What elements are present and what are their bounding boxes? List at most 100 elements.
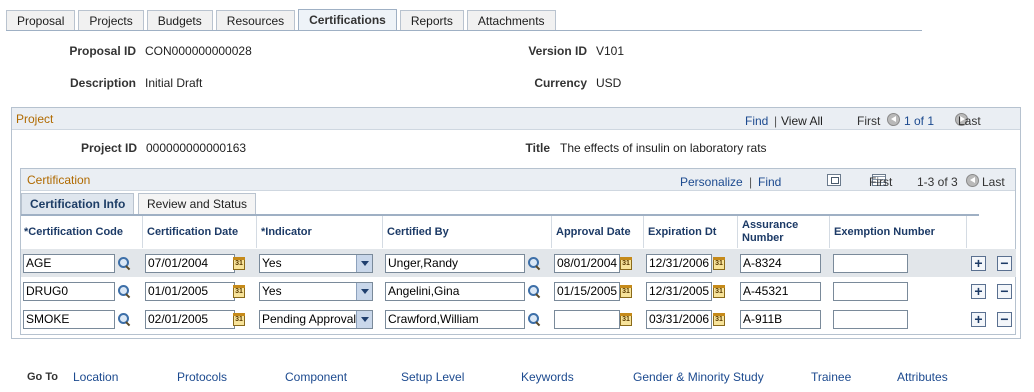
lookup-magnifier-icon[interactable] (528, 257, 541, 270)
expiration-date-input[interactable]: 03/31/2006 (646, 310, 712, 329)
certification-code-input[interactable]: SMOKE (23, 310, 115, 329)
project-first-label: First (857, 114, 881, 128)
column-header-certification-date: Certification Date (142, 216, 256, 248)
add-row-button[interactable]: + (971, 256, 986, 271)
chevron-down-icon[interactable] (356, 283, 372, 300)
project-range: 1 of 1 (904, 114, 935, 128)
lookup-magnifier-icon[interactable] (528, 285, 541, 298)
goto-link-attributes[interactable]: Attributes (897, 370, 948, 384)
project-title-label: Title (525, 141, 550, 155)
certification-date-input[interactable]: 02/01/2005 (145, 310, 235, 329)
indicator-select[interactable]: Yes (259, 254, 373, 273)
delete-row-button[interactable]: − (997, 312, 1012, 327)
proposal-id-value: CON000000000028 (145, 44, 252, 58)
lookup-magnifier-icon[interactable] (118, 285, 131, 298)
lookup-magnifier-icon[interactable] (118, 313, 131, 326)
project-separator: | (774, 114, 778, 128)
project-title-value: The effects of insulin on laboratory rat… (560, 141, 767, 155)
certified-by-input[interactable]: Crawford,William (385, 310, 525, 329)
tab-certifications[interactable]: Certifications (298, 9, 397, 31)
column-header-expiration-dt: Expiration Dt (643, 216, 737, 248)
personalize-link[interactable]: Personalize (680, 175, 743, 189)
tab-reports[interactable]: Reports (399, 10, 464, 31)
project-find-link[interactable]: Find (745, 114, 768, 128)
chevron-down-icon[interactable] (356, 255, 372, 272)
lookup-magnifier-icon[interactable] (528, 313, 541, 326)
exemption-number-input[interactable] (833, 282, 908, 301)
certification-date-input[interactable]: 07/01/2004 (145, 254, 235, 273)
indicator-select[interactable]: Yes (259, 282, 373, 301)
goto-label: Go To (27, 371, 58, 383)
currency-value: USD (596, 76, 622, 90)
column-header-certification-code: *Certification Code (24, 225, 124, 238)
version-id-label: Version ID (528, 44, 587, 58)
delete-row-button[interactable]: − (997, 284, 1012, 299)
tab-bar: Proposal Projects Budgets Resources Cert… (6, 9, 559, 31)
certification-date-input[interactable]: 01/01/2005 (145, 282, 235, 301)
calendar-icon[interactable]: 31 (713, 257, 725, 270)
cert-first-label: First (869, 175, 893, 189)
goto-link-trainee[interactable]: Trainee (811, 370, 851, 384)
calendar-icon[interactable]: 31 (713, 313, 725, 326)
certification-title: Certification (27, 173, 91, 187)
approval-date-input[interactable]: 01/15/2005 (554, 282, 620, 301)
calendar-icon[interactable]: 31 (620, 285, 632, 298)
certified-by-input[interactable]: Unger,Randy (385, 254, 525, 273)
goto-link-setup-level[interactable]: Setup Level (401, 370, 464, 384)
project-id-value: 000000000000163 (146, 141, 247, 155)
add-row-button[interactable]: + (971, 284, 986, 299)
goto-link-protocols[interactable]: Protocols (177, 370, 227, 384)
column-header-assurance-number: Assurance Number (737, 216, 829, 248)
indicator-selected-value: Yes (262, 256, 282, 270)
calendar-icon[interactable]: 31 (713, 285, 725, 298)
calendar-icon[interactable]: 31 (620, 313, 632, 326)
cert-last-label: Last (982, 175, 1005, 189)
tab-proposal[interactable]: Proposal (6, 10, 76, 31)
exemption-number-input[interactable] (833, 310, 908, 329)
calendar-icon[interactable]: 31 (233, 313, 245, 326)
calendar-icon[interactable]: 31 (620, 257, 632, 270)
exemption-number-input[interactable] (833, 254, 908, 273)
previous-arrow-icon[interactable] (887, 113, 900, 126)
certification-code-input[interactable]: AGE (23, 254, 115, 273)
cert-range: 1-3 of 3 (917, 175, 958, 189)
column-header-exemption-number: Exemption Number (829, 216, 966, 248)
expiration-date-input[interactable]: 12/31/2006 (646, 254, 712, 273)
cert-find-link[interactable]: Find (758, 175, 781, 189)
calendar-icon[interactable]: 31 (233, 257, 245, 270)
tab-budgets[interactable]: Budgets (146, 10, 213, 31)
indicator-selected-value: Pending Approval (262, 312, 357, 326)
description-label: Description (69, 76, 136, 90)
project-view-all-link[interactable]: View All (781, 114, 823, 128)
indicator-select[interactable]: Pending Approval (259, 310, 373, 329)
tab-resources[interactable]: Resources (215, 10, 296, 31)
view-in-new-window-icon[interactable] (826, 174, 841, 186)
goto-link-keywords[interactable]: Keywords (521, 370, 574, 384)
goto-link-gender-minority-study[interactable]: Gender & Minority Study (633, 370, 764, 384)
project-title: Project (16, 112, 54, 126)
goto-link-location[interactable]: Location (73, 370, 118, 384)
indicator-selected-value: Yes (262, 284, 282, 298)
assurance-number-input[interactable]: A-8324 (740, 254, 821, 273)
chevron-down-icon[interactable] (356, 311, 372, 328)
calendar-icon[interactable]: 31 (233, 285, 245, 298)
subtab-certification-info[interactable]: Certification Info (21, 193, 135, 215)
tab-attachments[interactable]: Attachments (466, 10, 556, 31)
expiration-date-input[interactable]: 12/31/2005 (646, 282, 712, 301)
assurance-number-input[interactable]: A-911B (740, 310, 821, 329)
subtab-review-and-status[interactable]: Review and Status (138, 193, 257, 215)
certification-code-input[interactable]: DRUG0 (23, 282, 115, 301)
assurance-number-input[interactable]: A-45321 (740, 282, 821, 301)
tab-projects[interactable]: Projects (78, 10, 144, 31)
lookup-magnifier-icon[interactable] (118, 257, 131, 270)
goto-link-component[interactable]: Component (285, 370, 347, 384)
certified-by-input[interactable]: Angelini,Gina (385, 282, 525, 301)
column-header-actions (966, 216, 1016, 248)
column-header-certified-by: Certified By (382, 216, 551, 248)
add-row-button[interactable]: + (971, 312, 986, 327)
delete-row-button[interactable]: − (997, 256, 1012, 271)
approval-date-input[interactable] (554, 310, 620, 329)
certification-group-header (21, 169, 1015, 191)
column-header-approval-date: Approval Date (551, 216, 643, 248)
approval-date-input[interactable]: 08/01/2004 (554, 254, 620, 273)
